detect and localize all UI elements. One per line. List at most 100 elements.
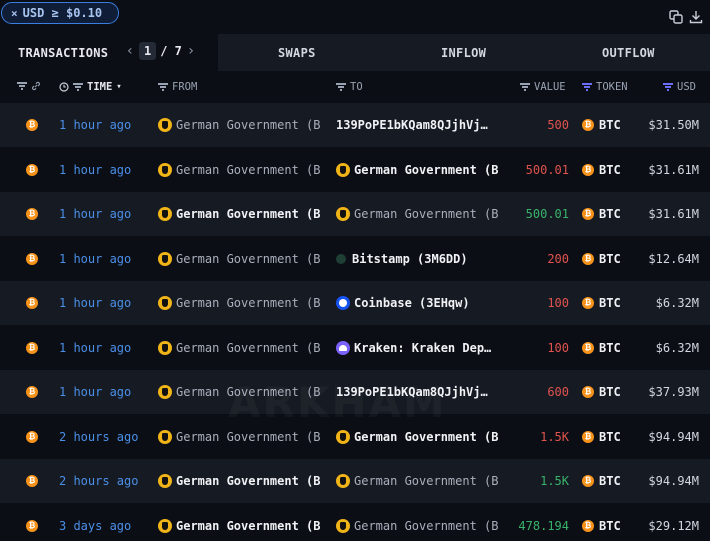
btc-tx-icon[interactable]: ₿ (26, 119, 38, 131)
token-cell[interactable]: ₿ BTC (582, 207, 621, 221)
from-entity[interactable]: German Government (B (158, 340, 330, 355)
from-entity[interactable]: German Government (B (158, 296, 330, 310)
value-column-header[interactable]: VALUE (520, 81, 566, 93)
from-entity[interactable]: German Government (B (158, 207, 330, 221)
table-row[interactable]: ₿ 3 days ago German Government (B German Go… (0, 504, 710, 541)
table-row[interactable]: ₿ 2 hours ago German Government (B German G… (0, 415, 710, 459)
table-row[interactable]: ₿ 1 hour ago German Government (B German Go… (0, 192, 710, 236)
tab-inflow[interactable]: INFLOW (441, 46, 486, 60)
table-tools (669, 10, 703, 24)
token-symbol: BTC (599, 518, 621, 533)
from-entity[interactable]: German Government (B (158, 429, 330, 444)
to-entity-name: German Government (B (354, 162, 499, 177)
from-entity[interactable]: German Government (B (158, 118, 330, 132)
btc-tx-icon[interactable]: ₿ (26, 252, 38, 265)
from-column-header[interactable]: FROM (158, 81, 197, 93)
table-row[interactable]: ₿ 1 hour ago German Government (B German Go… (0, 148, 710, 192)
filter-icon[interactable] (336, 83, 346, 91)
time-link[interactable]: 1 hour ago (59, 341, 131, 355)
to-entity[interactable]: Coinbase (3EHqw) (336, 296, 508, 310)
tab-outflow[interactable]: OUTFLOW (602, 46, 655, 60)
to-entity-name: 139PoPE1bKQam8QJjhVj… (336, 385, 488, 399)
token-cell[interactable]: ₿ BTC (582, 385, 621, 399)
token-cell[interactable]: ₿ BTC (582, 341, 621, 355)
to-entity[interactable]: Bitstamp (3M6DD) (336, 252, 508, 266)
filter-icon[interactable] (520, 83, 530, 91)
token-cell[interactable]: ₿ BTC (582, 118, 621, 132)
time-link[interactable]: 1 hour ago (59, 163, 131, 177)
table-row[interactable]: ₿ 1 hour ago German Government (B Bitstamp … (0, 237, 710, 281)
time-link[interactable]: 1 hour ago (59, 296, 131, 310)
btc-tx-icon[interactable]: ₿ (26, 519, 38, 532)
to-entity[interactable]: German Government (B (336, 429, 508, 444)
btc-icon: ₿ (582, 163, 594, 176)
filter-icon[interactable] (158, 83, 168, 91)
token-column-header[interactable]: TOKEN (582, 81, 628, 93)
tab-swaps-label: SWAPS (278, 46, 316, 60)
filter-icon[interactable] (663, 83, 673, 91)
from-entity[interactable]: German Government (B (158, 385, 330, 399)
btc-tx-icon[interactable]: ₿ (26, 386, 38, 398)
german-government-logo (336, 207, 350, 221)
time-column-header[interactable]: TIME ▾ (59, 81, 122, 93)
table-row[interactable]: ₿ 1 hour ago German Government (B Coinbase … (0, 281, 710, 325)
copy-icon[interactable] (669, 10, 683, 24)
table-row[interactable]: ₿ 2 hours ago German Government (B German G… (0, 459, 710, 503)
btc-icon: ₿ (582, 341, 594, 354)
from-entity[interactable]: German Government (B (158, 474, 330, 488)
table-row[interactable]: ₿ 1 hour ago German Government (B 139PoPE1b… (0, 370, 710, 414)
filter-icon[interactable] (73, 83, 83, 91)
token-symbol: BTC (599, 296, 621, 310)
download-icon[interactable] (689, 10, 703, 24)
from-entity[interactable]: German Government (B (158, 162, 330, 177)
to-entity[interactable]: Kraken: Kraken Dep… (336, 340, 508, 355)
to-entity[interactable]: German Government (B (336, 474, 508, 488)
sort-desc-icon[interactable]: ▾ (116, 82, 121, 92)
close-icon[interactable]: × (11, 7, 18, 20)
filter-icon[interactable] (582, 83, 592, 91)
time-link[interactable]: 3 days ago (59, 519, 131, 533)
filter-icon[interactable] (17, 82, 27, 90)
to-entity[interactable]: 139PoPE1bKQam8QJjhVj… (336, 385, 508, 399)
current-page: 1 (139, 42, 157, 60)
time-link[interactable]: 1 hour ago (59, 252, 131, 266)
btc-tx-icon[interactable]: ₿ (26, 208, 38, 220)
german-government-logo (158, 207, 172, 221)
tab-swaps[interactable]: SWAPS (278, 46, 316, 60)
next-page-icon[interactable]: › (186, 43, 196, 59)
to-column-header[interactable]: TO (336, 81, 363, 93)
german-government-logo (158, 251, 172, 266)
time-link[interactable]: 1 hour ago (59, 385, 131, 399)
token-cell[interactable]: ₿ BTC (582, 296, 621, 310)
to-entity[interactable]: German Government (B (336, 518, 508, 533)
from-entity[interactable]: German Government (B (158, 518, 330, 533)
time-link[interactable]: 1 hour ago (59, 118, 131, 132)
prev-page-icon[interactable]: ‹ (125, 43, 135, 59)
table-row[interactable]: ₿ 1 hour ago German Government (B Kraken: K… (0, 326, 710, 370)
usd-header-label: USD (677, 81, 696, 93)
to-entity[interactable]: 139PoPE1bKQam8QJjhVj… (336, 118, 508, 132)
btc-tx-icon[interactable]: ₿ (26, 430, 38, 443)
time-link[interactable]: 2 hours ago (59, 430, 138, 444)
from-entity-name: German Government (B (176, 207, 321, 221)
usd-filter-chip[interactable]: × USD ≥ $0.10 (1, 2, 119, 24)
btc-tx-icon[interactable]: ₿ (26, 163, 38, 176)
german-government-logo (158, 429, 172, 444)
token-cell[interactable]: ₿ BTC (582, 163, 621, 177)
tab-transactions[interactable]: TRANSACTIONS ‹ 1 / 7 › (0, 34, 218, 71)
time-link[interactable]: 1 hour ago (59, 207, 131, 221)
btc-tx-icon[interactable]: ₿ (26, 297, 38, 309)
token-cell[interactable]: ₿ BTC (582, 430, 621, 444)
table-row[interactable]: ₿ 1 hour ago German Government (B 139PoPE1b… (0, 103, 710, 147)
token-cell[interactable]: ₿ BTC (582, 519, 621, 533)
to-entity[interactable]: German Government (B (336, 207, 508, 221)
from-entity[interactable]: German Government (B (158, 251, 330, 266)
token-cell[interactable]: ₿ BTC (582, 474, 621, 488)
btc-tx-icon[interactable]: ₿ (26, 341, 38, 354)
to-entity[interactable]: German Government (B (336, 162, 508, 177)
time-link[interactable]: 2 hours ago (59, 474, 138, 488)
btc-tx-icon[interactable]: ₿ (26, 475, 38, 487)
token-cell[interactable]: ₿ BTC (582, 252, 621, 266)
from-entity-name: German Government (B (176, 474, 321, 488)
usd-column-header[interactable]: USD (663, 81, 696, 93)
